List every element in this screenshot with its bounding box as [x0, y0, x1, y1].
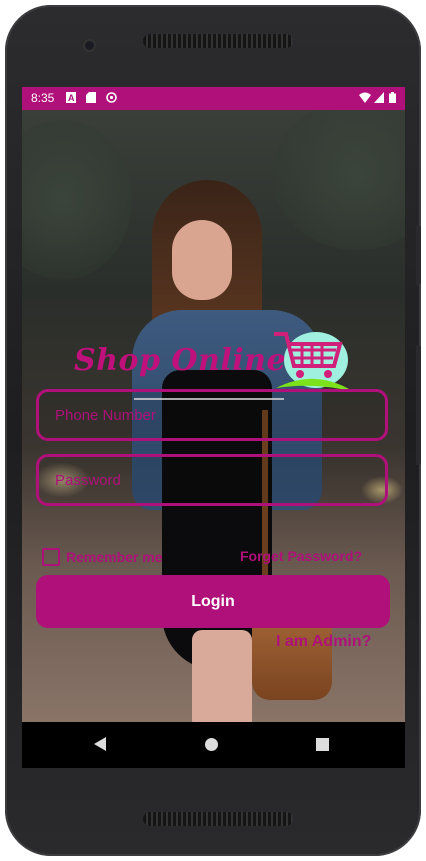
remember-me-checkbox[interactable]: Remember me [42, 547, 163, 567]
remember-me-label: Remember me [66, 549, 163, 565]
volume-button [416, 345, 421, 465]
svg-text:A: A [68, 93, 75, 103]
sync-icon [106, 92, 117, 103]
shopping-cart-icon [274, 332, 354, 392]
password-field[interactable] [36, 454, 388, 506]
bottom-speaker [143, 812, 293, 826]
tree-blur [22, 120, 132, 280]
checkbox-box[interactable] [42, 548, 60, 566]
phone-number-input[interactable] [39, 392, 385, 438]
phone-number-field[interactable] [36, 389, 388, 441]
status-bar: 8:35 A [22, 87, 405, 110]
wifi-icon [359, 92, 371, 103]
sd-card-icon [86, 92, 96, 103]
back-icon[interactable] [94, 737, 106, 751]
home-icon[interactable] [205, 738, 218, 751]
forget-password-link[interactable]: Forget Password? [240, 548, 362, 564]
photo-face [172, 220, 232, 300]
notification-a-icon: A [66, 92, 76, 103]
admin-link[interactable]: I am Admin? [276, 633, 371, 651]
top-speaker [143, 34, 293, 48]
screen: 8:35 A Shop Online Phone Number Remember… [22, 87, 405, 768]
power-button [416, 225, 421, 285]
app-title: Shop Online [74, 343, 287, 378]
recents-icon[interactable] [316, 738, 329, 751]
tree-blur [272, 110, 405, 250]
login-button[interactable]: Login [36, 575, 390, 628]
status-time: 8:35 [31, 91, 55, 105]
navigation-bar [22, 722, 405, 768]
battery-icon [389, 92, 396, 103]
background-photo: Shop Online Remember me Forget Password?… [22, 110, 405, 722]
signal-icon [374, 92, 384, 103]
password-input[interactable] [39, 457, 385, 503]
photo-legs [192, 630, 252, 722]
front-camera [85, 41, 94, 50]
